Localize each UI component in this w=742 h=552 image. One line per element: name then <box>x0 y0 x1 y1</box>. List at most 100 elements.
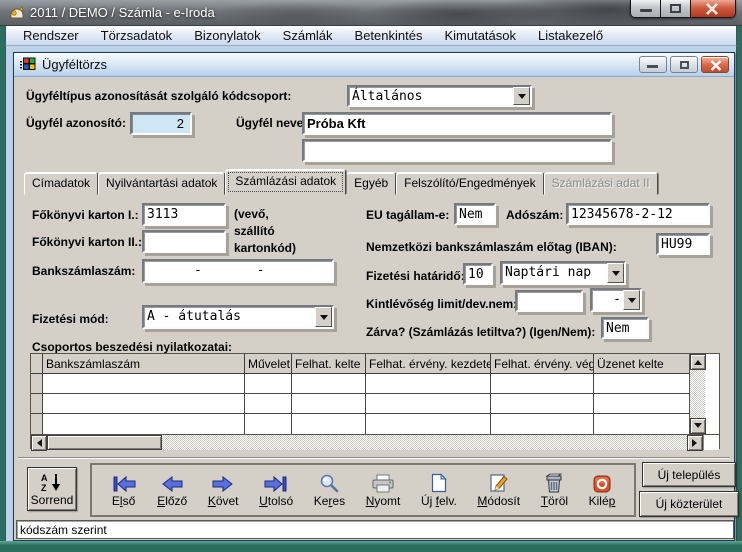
grid-header: Bankszámlaszám Művelet Felhat. kelte Fel… <box>31 354 689 374</box>
eu-member-label: EU tagállam-e: <box>366 208 449 222</box>
due-unit-combobox[interactable]: Naptári nap <box>500 261 626 285</box>
code-group-label: Ügyféltípus azonosítását szolgáló kódcso… <box>26 89 291 103</box>
grid-horizontal-scrollbar[interactable] <box>31 435 703 450</box>
customer-name-field[interactable]: Próba Kft <box>302 112 612 135</box>
ledger1-field[interactable]: 3113 <box>142 203 226 226</box>
menu-rendszer[interactable]: Rendszer <box>12 26 90 45</box>
menu-szamlak[interactable]: Számlák <box>272 26 344 45</box>
customer-id-field[interactable]: 2 <box>130 112 192 135</box>
keres-button[interactable]: Keres <box>312 471 347 509</box>
window-titlebar[interactable]: 2011 / DEMO / Számla - e-Iroda <box>0 0 742 26</box>
column-muvelet[interactable]: Művelet <box>245 354 292 373</box>
exit-icon <box>593 472 611 493</box>
payment-method-label: Fizetési mód: <box>32 312 109 326</box>
customer-name-label: Ügyfél neve <box>236 116 303 130</box>
kovet-button[interactable]: Követ <box>206 471 241 509</box>
column-uzenet-kelte[interactable]: Üzenet kelte <box>594 354 689 373</box>
dialog-caption-buttons <box>639 56 729 73</box>
chevron-down-icon[interactable] <box>623 290 640 310</box>
trash-icon <box>544 472 564 493</box>
scroll-right-icon[interactable] <box>687 435 703 451</box>
dialog-titlebar[interactable]: Ügyféltörzs <box>14 53 734 77</box>
receivable-limit-field[interactable] <box>515 290 583 312</box>
menu-kimutatasok[interactable]: Kimutatások <box>433 26 527 45</box>
grid-vertical-scrollbar[interactable] <box>689 354 705 434</box>
tab-felszolito-engedmenyek[interactable]: Felszólító/Engedmények <box>396 172 543 195</box>
windows-logo-icon <box>20 57 36 72</box>
printer-icon <box>371 472 395 493</box>
column-felhat-erveny-vege[interactable]: Felhat. érvény. vége <box>491 354 594 373</box>
app-icon <box>8 5 25 21</box>
screen: 2011 / DEMO / Számla - e-Iroda Rendszer … <box>0 0 742 552</box>
ledger2-label: Főkönyvi karton II.: <box>32 235 142 249</box>
minimize-icon[interactable] <box>631 0 661 17</box>
tab-szamlazasi-adatok[interactable]: Számlázási adatok <box>225 169 346 195</box>
scroll-up-icon[interactable] <box>690 354 706 370</box>
sort-az-icon: A Z <box>40 472 64 492</box>
last-record-icon <box>263 472 289 493</box>
menu-betenkintes[interactable]: Betenkintés <box>344 26 434 45</box>
due-days-field[interactable]: 10 <box>463 263 493 285</box>
toolbar: Első Előző Követ <box>90 463 636 517</box>
dialog-minimize-icon[interactable] <box>639 56 667 73</box>
kilep-button[interactable]: Kilép <box>587 471 618 509</box>
desktop-strip <box>0 541 742 552</box>
bank-account-field[interactable]: - - <box>142 259 334 283</box>
new-document-icon <box>430 472 448 493</box>
next-record-icon <box>211 472 235 493</box>
tab-szamlazasi-adat-2: Számlázási adat II <box>544 172 658 195</box>
elso-button[interactable]: Első <box>109 471 139 509</box>
ledger2-field[interactable] <box>142 230 226 253</box>
receivable-currency-combobox[interactable]: - <box>590 288 642 312</box>
close-icon[interactable] <box>691 0 735 17</box>
chevron-down-icon[interactable] <box>607 263 624 283</box>
elozo-button[interactable]: Előző <box>155 471 189 509</box>
tax-number-field[interactable]: 12345678-2-12 <box>566 203 710 225</box>
menu-bizonylatok[interactable]: Bizonylatok <box>183 26 271 45</box>
column-bankszamlaszam[interactable]: Bankszámlaszám <box>43 354 245 373</box>
window-caption-buttons <box>630 0 736 18</box>
sorrend-button[interactable]: A Z Sorrend <box>27 467 77 511</box>
scroll-left-icon[interactable] <box>31 435 47 451</box>
row-selector-header <box>31 354 43 373</box>
sorrend-label: Sorrend <box>31 493 74 507</box>
tax-number-label: Adószám: <box>506 208 563 222</box>
iban-field[interactable]: HU99 <box>656 233 710 255</box>
maximize-icon[interactable] <box>661 0 691 17</box>
payment-method-combobox[interactable]: A - átutalás <box>142 305 334 329</box>
dialog-close-icon[interactable] <box>701 56 729 73</box>
tab-egyeb[interactable]: Egyéb <box>346 172 396 195</box>
status-filter-field[interactable]: kódszám szerint <box>16 520 734 539</box>
table-row <box>31 374 689 394</box>
torol-button[interactable]: Töröl <box>539 471 570 509</box>
uj-felv-button[interactable]: Új felv. <box>419 471 459 509</box>
closed-field[interactable]: Nem <box>601 317 649 339</box>
modosit-button[interactable]: Módosít <box>475 471 522 509</box>
window-title: 2011 / DEMO / Számla - e-Iroda <box>30 5 215 20</box>
receivable-limit-label: Kintlévőség limit/dev.nem: <box>366 297 517 311</box>
code-group-combobox[interactable]: Általános <box>347 85 532 107</box>
chevron-down-icon[interactable] <box>315 307 332 327</box>
utolso-button[interactable]: Utolsó <box>257 471 295 509</box>
uj-kozterulet-button[interactable]: Új közterület <box>639 491 739 517</box>
customer-name2-field[interactable] <box>302 139 612 162</box>
scrollbar-thumb[interactable] <box>47 435 162 450</box>
scroll-down-icon[interactable] <box>690 418 706 434</box>
uj-telepules-button[interactable]: Új település <box>642 462 736 487</box>
ugyfeltorzs-window: Ügyféltörzs Ügyféltípus azonosítását szo… <box>13 52 735 541</box>
column-felhat-erveny-kezdete[interactable]: Felhat. érvény. kezdete <box>366 354 491 373</box>
svg-text:A: A <box>41 473 48 483</box>
column-felhat-kelte[interactable]: Felhat. kelte <box>292 354 366 373</box>
nyomt-button[interactable]: Nyomt <box>364 471 403 509</box>
tab-nyilvantartasi-adatok[interactable]: Nyilvántartási adatok <box>98 172 225 195</box>
ledger-note: (vevő, szállító kartonkód) <box>234 206 296 257</box>
chevron-down-icon[interactable] <box>513 87 530 105</box>
customer-id-label: Ügyfél azonosító: <box>26 116 126 130</box>
eu-member-field[interactable]: Nem <box>454 203 496 225</box>
menu-torzsadatok[interactable]: Törzsadatok <box>90 26 184 45</box>
search-icon <box>318 472 340 493</box>
dialog-restore-icon[interactable] <box>670 56 698 73</box>
menu-listakezelo[interactable]: Listakezelő <box>527 26 614 45</box>
menubar: Rendszer Törzsadatok Bizonylatok Számlák… <box>5 26 737 46</box>
tab-cimadatok[interactable]: Címadatok <box>24 172 98 195</box>
